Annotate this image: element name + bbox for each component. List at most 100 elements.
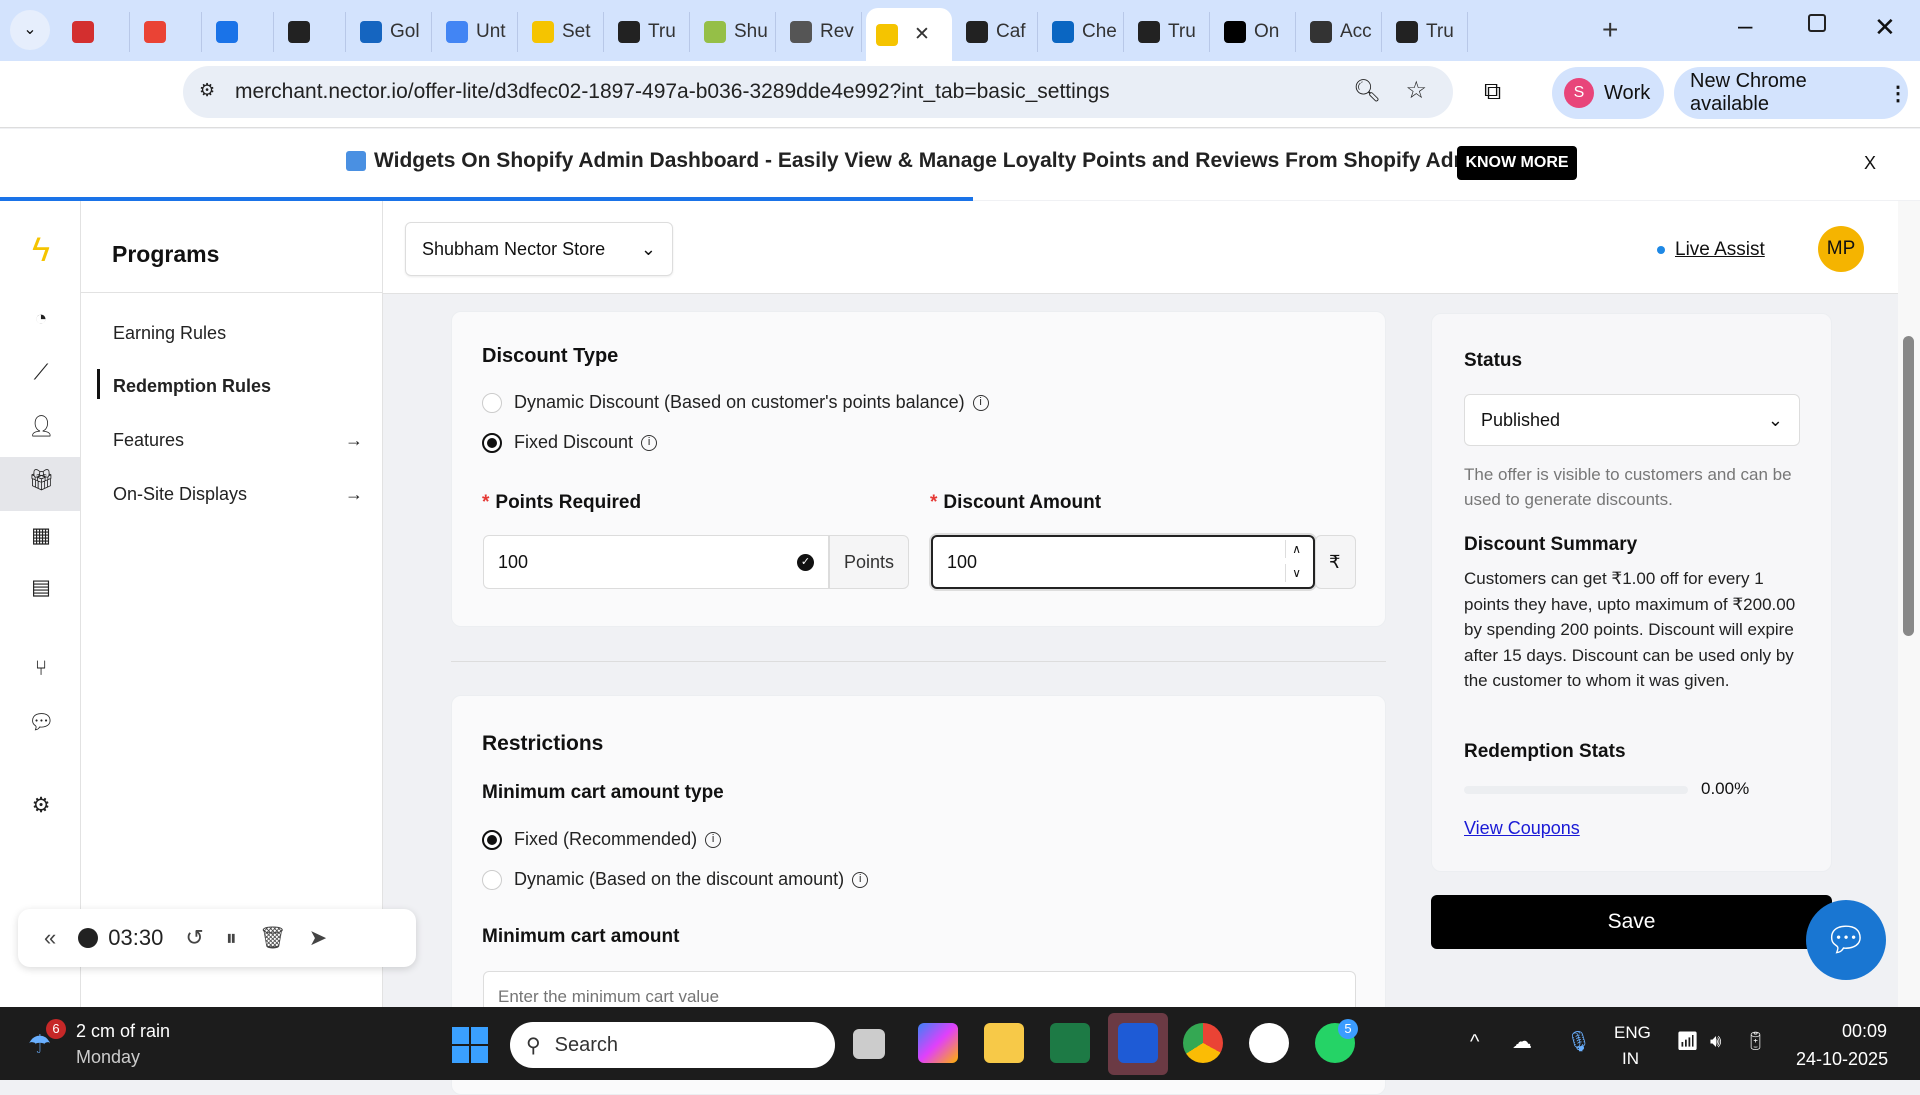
browser-tab[interactable]	[278, 12, 346, 52]
banner-close-button[interactable]: X	[1864, 153, 1876, 174]
browser-tab[interactable]: Acc	[1300, 12, 1382, 52]
browser-tab[interactable]: Unt	[436, 12, 518, 52]
profile-button[interactable]: S Work	[1552, 67, 1664, 119]
browser-tab[interactable]: ✕	[866, 8, 952, 61]
branch-icon[interactable]: ⑂	[28, 657, 54, 683]
chrome-update-button[interactable]: New Chrome available ⋮	[1674, 67, 1908, 119]
browser-tab[interactable]: On	[1214, 12, 1296, 52]
tab-label: Unt	[476, 21, 506, 43]
browser-tab[interactable]: Che	[1042, 12, 1124, 52]
browser-tab[interactable]	[62, 12, 130, 52]
collapse-icon[interactable]: «	[44, 925, 56, 951]
sidebar-item-redemption-rules[interactable]: Redemption Rules	[113, 376, 363, 397]
info-icon: i	[973, 395, 989, 411]
weather-day: Monday	[76, 1047, 140, 1068]
trash-icon[interactable]: 🗑︎	[259, 925, 287, 951]
points-required-input[interactable]: 100 ✓	[483, 535, 829, 589]
clock-time[interactable]: 00:09	[1842, 1021, 1887, 1042]
url-text: merchant.nector.io/offer-lite/d3dfec02-1…	[235, 80, 1110, 104]
radio-icon	[482, 870, 502, 890]
customers-icon[interactable]: 👤︎	[28, 415, 54, 441]
restrictions-heading: Restrictions	[482, 732, 603, 756]
save-button[interactable]: Save	[1431, 895, 1832, 949]
taskbar-search[interactable]: ⚲Search	[510, 1022, 835, 1068]
language-1[interactable]: ENG	[1614, 1023, 1651, 1043]
restore-button[interactable]	[1808, 14, 1826, 32]
sidebar-item-on-site-displays[interactable]: On-Site Displays→	[113, 484, 363, 505]
radio-fixed-cart[interactable]: Fixed (Recommended)i	[482, 829, 721, 850]
weather-text[interactable]: 2 cm of rain	[76, 1021, 170, 1042]
radio-dynamic-cart[interactable]: Dynamic (Based on the discount amount)i	[482, 869, 868, 890]
store-selector[interactable]: Shubham Nector Store⌄	[405, 222, 673, 276]
pages-icon[interactable]: ▤	[28, 575, 54, 601]
browser-tab[interactable]: Shu	[694, 12, 776, 52]
status-select[interactable]: Published⌄	[1464, 394, 1800, 446]
browser-tab[interactable]	[206, 12, 274, 52]
excel-icon[interactable]	[1050, 1023, 1090, 1063]
battery-icon[interactable]: 🔋︎	[1744, 1031, 1767, 1052]
browser-tab[interactable]: Tru	[1386, 12, 1468, 52]
new-tab-button[interactable]: +	[1602, 14, 1618, 46]
browser-tab[interactable]: Gol	[350, 12, 432, 52]
address-bar[interactable]: ⚙ merchant.nector.io/offer-lite/d3dfec02…	[183, 66, 1453, 118]
microphone-icon[interactable]: 🎙︎	[1566, 1029, 1591, 1054]
browser-tab[interactable]: Rev	[780, 12, 862, 52]
apps-icon[interactable]: ▦	[28, 523, 54, 549]
page-scrollbar[interactable]	[1898, 201, 1920, 1007]
extensions-icon[interactable]: ⧉	[1484, 78, 1501, 106]
radio-fixed-discount[interactable]: Fixed Discounti	[482, 432, 657, 453]
chrome-icon[interactable]	[1183, 1023, 1223, 1063]
clock-date[interactable]: 24-10-2025	[1796, 1049, 1888, 1070]
slack-icon[interactable]	[1249, 1023, 1289, 1063]
sidebar-title: Programs	[112, 241, 219, 268]
sidebar-item-features[interactable]: Features→	[113, 430, 363, 451]
pause-icon[interactable]: ⏸︎	[226, 925, 237, 951]
chevron-down-icon: ⌄	[641, 239, 656, 260]
stop-record-icon[interactable]	[78, 928, 98, 948]
stepper-down-icon[interactable]: ∨	[1285, 564, 1307, 582]
copilot-icon[interactable]	[918, 1023, 958, 1063]
tab-search-button[interactable]: ⌄	[10, 10, 50, 50]
gift-icon[interactable]: 🎁︎	[28, 469, 54, 495]
tab-label: Tru	[648, 21, 676, 43]
show-hidden-icons[interactable]: ^	[1470, 1031, 1479, 1054]
close-tab-icon[interactable]: ✕	[914, 23, 930, 46]
radio-dynamic-discount[interactable]: Dynamic Discount (Based on customer's po…	[482, 392, 989, 413]
live-assist-link[interactable]: Live Assist	[1657, 239, 1765, 261]
dashboard-icon[interactable]: ◔	[28, 307, 54, 333]
chat-icon[interactable]: 💬︎	[28, 711, 54, 737]
tab-label: Rev	[820, 21, 854, 43]
wifi-icon[interactable]: 📶︎	[1676, 1031, 1699, 1052]
task-view-icon[interactable]	[853, 1029, 885, 1059]
browser-tab[interactable]: Tru	[608, 12, 690, 52]
start-button[interactable]	[452, 1027, 488, 1063]
view-coupons-link[interactable]: View Coupons	[1464, 818, 1580, 839]
know-more-button[interactable]: KNOW MORE	[1457, 146, 1577, 180]
bookmark-star-icon[interactable]: ☆	[1405, 76, 1427, 105]
site-info-icon[interactable]: ⚙	[199, 80, 215, 101]
sidebar-item-earning-rules[interactable]: Earning Rules	[113, 323, 363, 344]
restart-icon[interactable]: ↺	[185, 925, 203, 951]
status-description: The offer is visible to customers and ca…	[1464, 462, 1804, 512]
browser-tab[interactable]: Caf	[956, 12, 1038, 52]
minimize-button[interactable]: –	[1738, 10, 1752, 41]
browser-tab[interactable]: Tru	[1128, 12, 1210, 52]
close-window-button[interactable]: ✕	[1874, 12, 1896, 43]
volume-icon[interactable]: 🔊︎	[1710, 1031, 1721, 1052]
discount-type-card: Discount Type Dynamic Discount (Based on…	[451, 311, 1386, 627]
language-2[interactable]: IN	[1622, 1049, 1639, 1069]
file-explorer-icon[interactable]	[984, 1023, 1024, 1063]
avatar[interactable]: MP	[1818, 226, 1864, 272]
browser-tab[interactable]	[134, 12, 202, 52]
discount-amount-input[interactable]: 100 ∧ ∨	[931, 535, 1315, 589]
word-icon[interactable]	[1118, 1023, 1158, 1063]
menu-kebab-icon[interactable]: ⋮	[1888, 81, 1908, 106]
browser-tab[interactable]: Set	[522, 12, 604, 52]
stepper-up-icon[interactable]: ∧	[1285, 540, 1307, 558]
analytics-icon[interactable]: ⟋	[28, 361, 54, 387]
pointer-icon[interactable]: ➤	[309, 925, 327, 951]
chat-widget-button[interactable]: 💬︎	[1806, 900, 1886, 980]
settings-gear-icon[interactable]: ⚙	[28, 793, 54, 819]
onedrive-icon[interactable]: ☁	[1512, 1029, 1532, 1054]
zoom-icon[interactable]: 🔍︎	[1353, 78, 1381, 104]
